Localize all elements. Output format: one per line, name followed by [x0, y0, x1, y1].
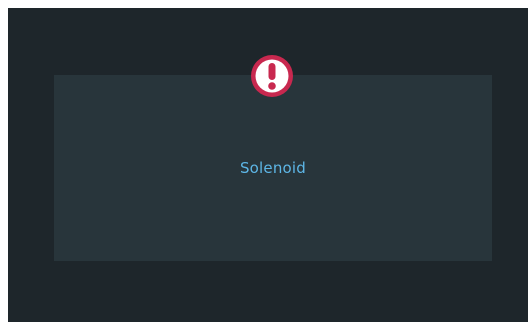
exclamation-circle-icon	[249, 53, 295, 99]
solenoid-label: Solenoid	[239, 159, 307, 177]
solenoid-panel[interactable]: Solenoid	[54, 75, 492, 261]
device-screen: Solenoid	[8, 8, 528, 322]
